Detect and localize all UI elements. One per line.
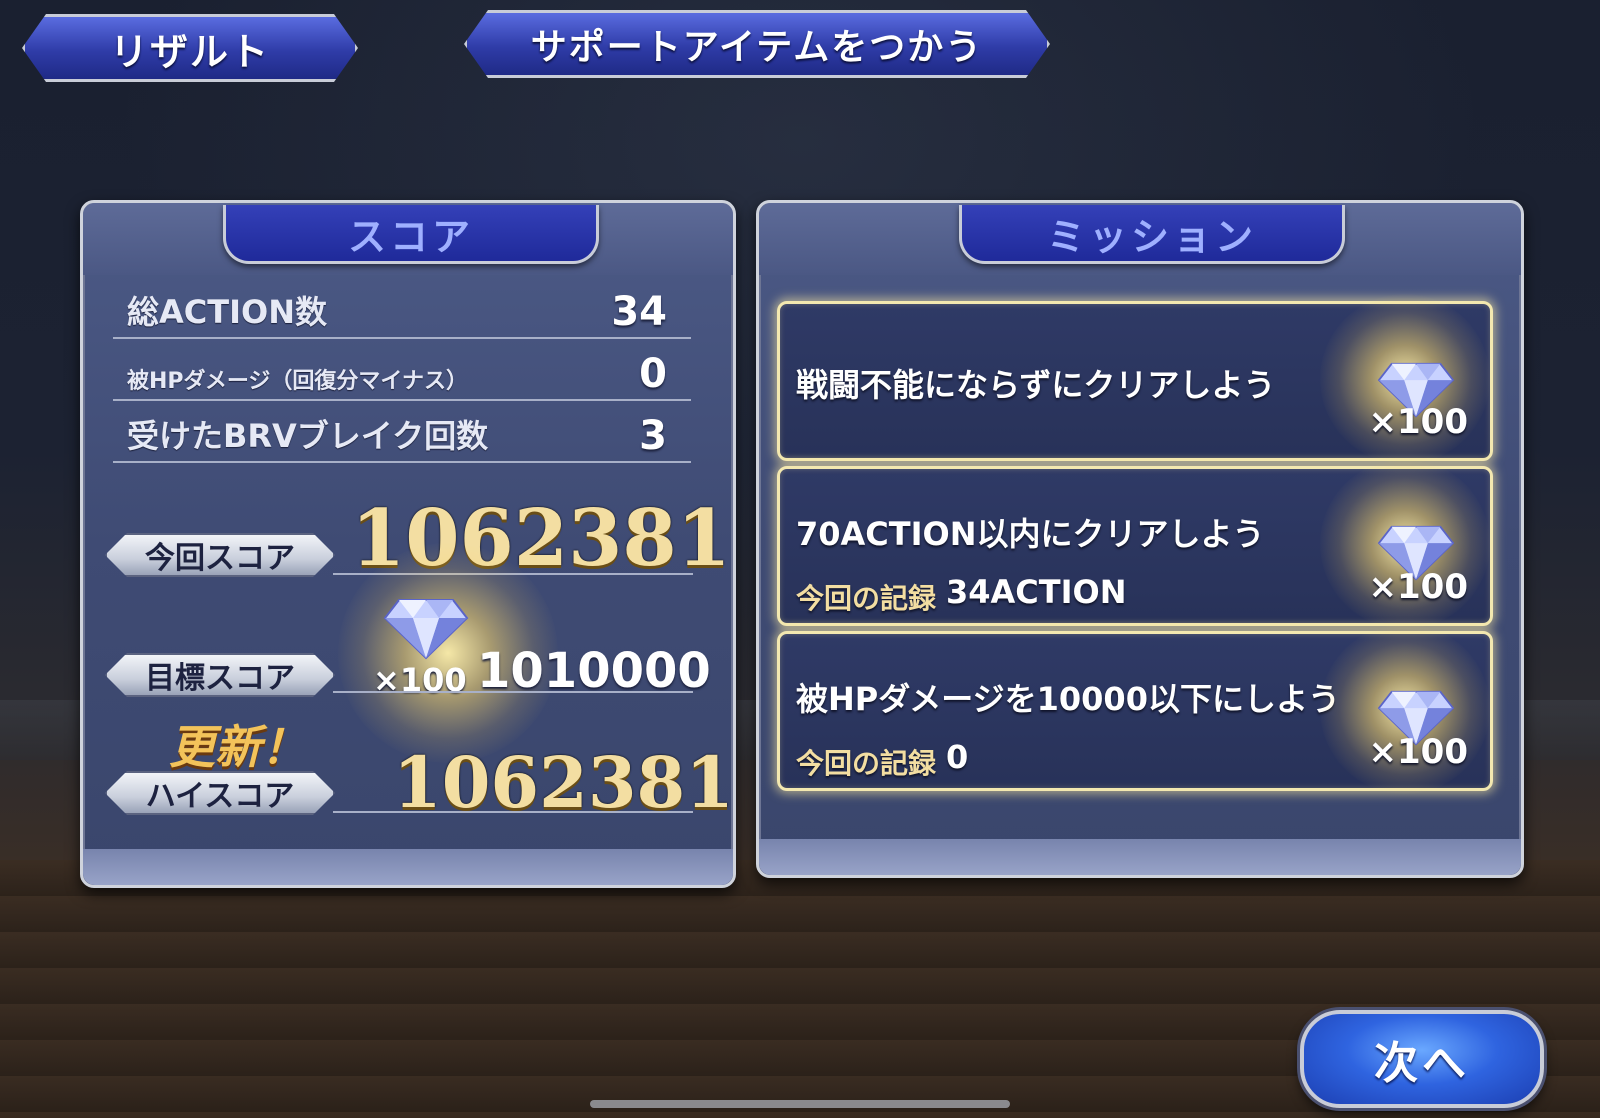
score-panel: スコア 総ACTION数 34 被HPダメージ（回復分マイナス） 0 受けたBR…	[80, 200, 736, 888]
mission-item: 被HPダメージを10000以下にしよう 今回の記録 0 ×100	[777, 624, 1493, 794]
mission-panel-title: ミッション	[959, 205, 1345, 264]
stat-row-total-action: 総ACTION数 34	[113, 287, 691, 339]
high-score-divider	[333, 811, 693, 813]
mission-panel-footer-band	[759, 839, 1521, 875]
stat-value: 0	[639, 351, 667, 397]
result-tab[interactable]: リザルト	[22, 14, 358, 82]
stat-value: 3	[639, 413, 667, 459]
mission-reward-count: ×100	[1368, 567, 1468, 607]
mission-record-label: 今回の記録	[796, 582, 937, 615]
stat-label: 総ACTION数	[127, 293, 327, 331]
mission-text: 戦闘不能にならずにクリアしよう	[796, 366, 1276, 404]
high-score-tag: ハイスコア	[105, 771, 335, 815]
mission-item: 70ACTION以内にクリアしよう 今回の記録 34ACTION ×100	[777, 459, 1493, 629]
current-score-tag: 今回スコア	[105, 533, 335, 577]
stat-label: 受けたBRVブレイク回数	[127, 417, 489, 455]
use-support-item-button[interactable]: サポートアイテムをつかう	[464, 10, 1050, 78]
mission-record-value: 0	[946, 738, 969, 776]
mission-record-value: 34ACTION	[946, 573, 1127, 611]
target-reward-count: ×100	[373, 661, 467, 699]
next-button[interactable]: 次へ	[1300, 1010, 1544, 1108]
mission-reward-count: ×100	[1368, 402, 1468, 442]
diamond-gem-icon	[383, 599, 469, 660]
mission-record-label: 今回の記録	[796, 747, 937, 780]
new-record-label: 更新！	[169, 720, 307, 774]
score-panel-title: スコア	[223, 205, 599, 264]
mission-text: 70ACTION以内にクリアしよう	[796, 515, 1265, 553]
stat-label: 被HPダメージ（回復分マイナス）	[127, 369, 468, 394]
home-indicator[interactable]	[590, 1100, 1010, 1108]
mission-text: 被HPダメージを10000以下にしよう	[796, 680, 1340, 718]
stat-row-hp-damage: 被HPダメージ（回復分マイナス） 0	[113, 349, 691, 401]
mission-reward-count: ×100	[1368, 732, 1468, 772]
score-panel-footer-band	[83, 849, 733, 885]
mission-item: 戦闘不能にならずにクリアしよう ×100	[777, 294, 1493, 464]
stat-value: 34	[611, 289, 667, 335]
target-score-divider	[333, 691, 693, 693]
mission-panel: ミッション 戦闘不能にならずにクリアしよう ×100 70ACTION以内にクリ…	[756, 200, 1524, 878]
stat-row-brv-break-count: 受けたBRVブレイク回数 3	[113, 411, 691, 463]
target-score-tag: 目標スコア	[105, 653, 335, 697]
